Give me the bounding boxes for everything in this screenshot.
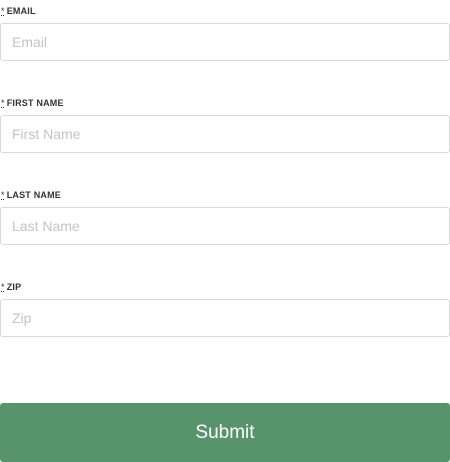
zip-input[interactable]	[0, 299, 450, 337]
required-marker: *	[1, 282, 5, 292]
zip-label-text: ZIP	[6, 282, 22, 292]
first-name-input[interactable]	[0, 115, 450, 153]
email-input[interactable]	[0, 23, 450, 61]
required-marker: *	[1, 190, 5, 200]
last-name-label-text: LAST NAME	[6, 190, 62, 200]
first-name-label: * FIRST NAME	[1, 97, 64, 109]
zip-label: * ZIP	[1, 281, 21, 293]
first-name-label-text: FIRST NAME	[6, 98, 64, 108]
email-label: * EMAIL	[1, 5, 36, 17]
last-name-label: * LAST NAME	[1, 189, 61, 201]
email-label-text: EMAIL	[6, 6, 36, 16]
required-marker: *	[1, 98, 5, 108]
required-marker: *	[1, 6, 5, 16]
last-name-input[interactable]	[0, 207, 450, 245]
submit-button[interactable]: Submit	[0, 403, 450, 462]
